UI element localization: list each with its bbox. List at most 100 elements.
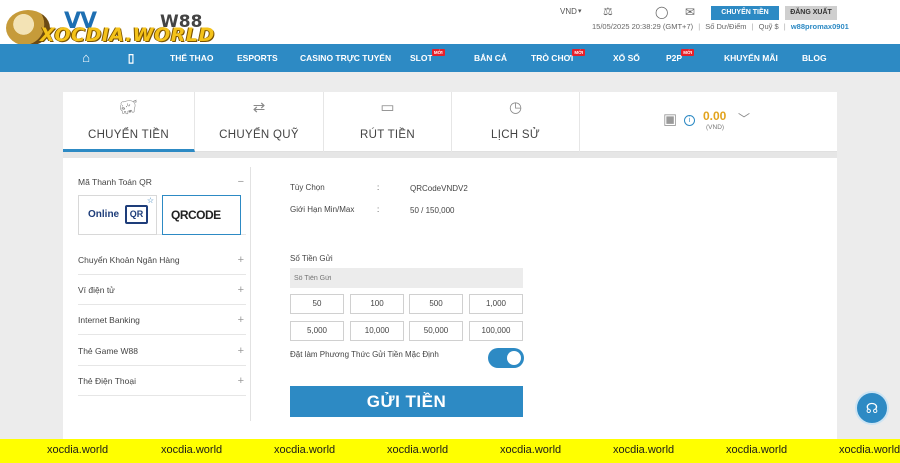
transfer-button[interactable]: CHUYỂN TIỀN [711,6,779,20]
watermark-text: xocdia.world [613,444,675,456]
default-method-label: Đặt làm Phương Thức Gửi Tiền Mặc Định [290,350,439,359]
clock-icon[interactable]: ◯ [655,6,669,18]
nav-label: XỔ SỐ [613,53,640,63]
method-label: Mã Thanh Toán QR [78,177,152,187]
method-e-wallet[interactable]: Ví điện tử + [78,275,246,305]
info-icon[interactable]: i [684,115,695,126]
quick-amount-chip[interactable]: 50,000 [409,321,463,341]
mail-icon[interactable]: ✉ [685,6,699,18]
qr-option-online[interactable]: Online QR ☆ [78,195,157,235]
quick-amount-chip[interactable]: 5,000 [290,321,344,341]
statistics-icon[interactable]: ⚖ [603,6,617,18]
method-label: Chuyển Khoản Ngân Hàng [78,255,180,265]
nav-item-games[interactable]: TRÒ CHƠI MỚI [531,44,586,72]
colon: : [377,183,380,192]
piggy-bank-icon: 🐖︎ [118,99,139,116]
quick-amount-chip[interactable]: 50 [290,294,344,314]
method-label: Internet Banking [78,315,140,325]
method-internet-banking[interactable]: Internet Banking + [78,305,246,335]
new-badge: MỚI [681,49,695,56]
quick-amount-chip[interactable]: 100,000 [469,321,523,341]
currency-selector[interactable]: VND ▾ [560,7,590,16]
server-time: 15/05/2025 20:38:29 (GMT+7) [592,22,694,31]
default-method-toggle[interactable] [488,348,524,368]
currency-label: VND [560,7,577,16]
nav-item-lottery[interactable]: XỔ SỐ [613,44,640,72]
nav-item-sports[interactable]: THỂ THAO [170,44,213,72]
plus-icon: + [237,254,244,266]
option-value: QRCodeVNDV2 [410,184,468,193]
qr-option-label: QRCODE [171,208,221,222]
wallet-balance[interactable]: ▣ i 0.00 (VND) ﹀ [663,106,833,136]
tab-deposit[interactable]: 🐖︎ CHUYỂN TIỀN [63,92,195,152]
nav-item-blog[interactable]: BLOG [802,44,827,72]
tab-label: CHUYỂN QUỸ [219,129,299,141]
nav-label: THỂ THAO [170,53,214,63]
tab-label: LỊCH SỬ [491,129,540,141]
qr-option-label: Online [88,209,120,220]
method-phone-card[interactable]: Thẻ Điện Thoại + [78,366,246,396]
nav-label: SLOT [410,53,433,63]
quick-amount-chip[interactable]: 100 [350,294,404,314]
nav-item-esports[interactable]: ESPORTS [237,44,278,72]
site-logo[interactable]: VV W88 XOCDIA.WORLD [6,6,214,46]
withdraw-icon: ▭ [380,99,395,116]
mobile-icon[interactable]: ▯ [124,44,138,72]
quick-amount-chip[interactable]: 500 [409,294,463,314]
chevron-down-icon[interactable]: ﹀ [738,110,750,127]
quick-amount-chip[interactable]: 10,000 [350,321,404,341]
toggle-knob [507,351,521,365]
payment-methods-sidebar: Mã Thanh Toán QR − Online QR ☆ QRCODE Ch… [71,167,251,421]
tab-withdraw[interactable]: ▭ RÚT TIỀN [324,92,452,152]
method-label: Ví điện tử [78,285,115,295]
divider: | [751,22,754,31]
nav-item-promotions[interactable]: KHUYẾN MÃI [724,44,778,72]
top-bar: VV W88 XOCDIA.WORLD VND ▾ ⚖ ◯ ✉ CHUYỂN TI… [0,0,900,46]
watermark-text: xocdia.world [839,444,900,456]
nav-label: CASINO TRỰC TUYẾN [300,53,392,63]
nav-item-slot[interactable]: SLOT MỚI [410,44,445,72]
tab-label: CHUYỂN TIỀN [87,129,170,141]
watermark-text: xocdia.world [500,444,562,456]
home-icon[interactable]: ⌂ [78,44,94,72]
plus-icon: + [237,345,244,357]
quick-amount-chip[interactable]: 1,000 [469,294,523,314]
wallet-currency: (VND) [706,124,725,131]
qr-options: Online QR ☆ QRCODE [78,193,246,235]
tab-history[interactable]: ◷ LỊCH SỬ [452,92,580,152]
logout-button[interactable]: ĐĂNG XUẤT [785,6,837,20]
divider: | [698,22,701,31]
watermark-text: xocdia.world [274,444,336,456]
watermark-text: xocdia.world [387,444,449,456]
wallet-amount: 0.00 [703,109,727,123]
qr-box: QR [125,205,148,224]
nav-label: TRÒ CHƠI [531,53,574,63]
nav-item-fishing[interactable]: BẮN CÁ [474,44,507,72]
watermark-text: xocdia.world [726,444,788,456]
chevron-down-icon: ▾ [578,8,582,15]
limit-label: Giới Hạn Min/Max [290,205,355,214]
limit-value: 50 / 150,000 [410,206,455,215]
nav-label: BLOG [802,53,827,63]
account-info-line: 15/05/2025 20:38:29 (GMT+7) | Số Dư/Điểm… [592,22,892,31]
divider [63,152,837,158]
amount-input[interactable] [290,268,523,288]
nav-item-casino[interactable]: CASINO TRỰC TUYẾN [300,44,391,72]
balance-label[interactable]: Số Dư/Điểm [705,22,746,31]
method-bank-transfer[interactable]: Chuyển Khoản Ngân Hàng + [78,245,246,275]
option-label: Tùy Chọn [290,183,325,192]
support-chat-button[interactable]: ☊ [855,391,889,425]
deposit-submit-button[interactable]: GỬI TIỀN [290,386,523,417]
nav-label: ESPORTS [237,53,278,63]
plus-icon: + [237,375,244,387]
nav-item-p2p[interactable]: P2P MỚI [666,44,695,72]
logo-xocdia-text: XOCDIA.WORLD [40,24,215,46]
username[interactable]: w88promax0901 [791,22,849,31]
tab-fund-transfer[interactable]: ⇄ CHUYỂN QUỸ [195,92,324,152]
method-game-card[interactable]: Thẻ Game W88 + [78,336,246,366]
fund-label[interactable]: Quỹ $ [759,22,779,31]
divider: | [783,22,786,31]
qr-option-qrcode[interactable]: QRCODE [162,195,241,235]
funds-tabs: 🐖︎ CHUYỂN TIỀN ⇄ CHUYỂN QUỸ ▭ RÚT TIỀN ◷… [63,92,837,152]
history-icon: ◷ [508,99,523,116]
